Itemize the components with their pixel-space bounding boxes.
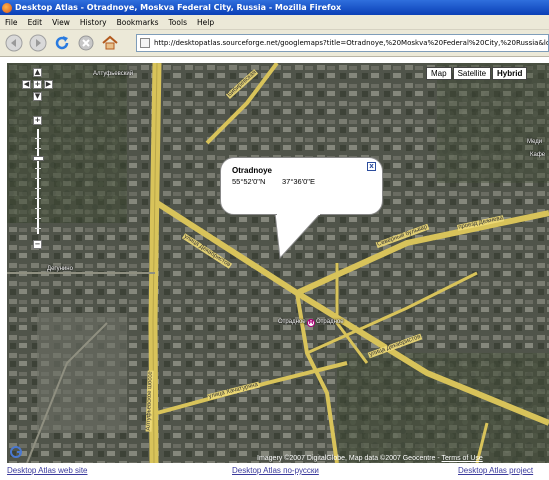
- navigation-toolbar: http://desktopatlas.sourceforge.net/goog…: [0, 30, 549, 57]
- zoom-out-button[interactable]: −: [33, 240, 42, 249]
- menu-bookmarks[interactable]: Bookmarks: [112, 18, 164, 27]
- pan-center-button[interactable]: +: [33, 80, 42, 89]
- page-content: Алтуфьевский Дегунино Отрадное Отрадное …: [0, 57, 549, 480]
- satellite-imagery: [7, 63, 549, 463]
- map-type-hybrid-button[interactable]: Hybrid: [492, 67, 528, 80]
- window-titlebar: Desktop Atlas - Otradnoye, Moskva Federa…: [0, 0, 549, 15]
- zoom-tick: [35, 178, 41, 179]
- infowindow-longitude: 37°36'0"E: [282, 177, 315, 186]
- map-type-map-button[interactable]: Map: [426, 67, 452, 80]
- map-label-med: Меди: [527, 139, 543, 145]
- window-title: Desktop Atlas - Otradnoye, Moskva Federa…: [15, 3, 342, 12]
- pan-down-button[interactable]: ▼: [33, 92, 42, 101]
- back-button[interactable]: [4, 33, 24, 53]
- map-copyright: Imagery ©2007 DigitalGlobe, Map data ©20…: [257, 455, 483, 462]
- google-logo-icon: [10, 446, 22, 458]
- pan-right-button[interactable]: ▶: [44, 80, 53, 89]
- home-button[interactable]: [100, 33, 120, 53]
- map-label-otradnoe-metro: Отрадное: [316, 319, 344, 325]
- map-label-altufyevsky: Алтуфьевский: [93, 71, 134, 77]
- menu-view[interactable]: View: [47, 18, 75, 27]
- menu-help[interactable]: Help: [192, 18, 219, 27]
- infowindow-latitude: 55°52'0"N: [232, 177, 266, 186]
- zoom-tick: [35, 148, 41, 149]
- reload-button[interactable]: [52, 33, 72, 53]
- terms-of-use-link[interactable]: Terms of Use: [442, 455, 483, 462]
- zoom-tick: [35, 218, 41, 219]
- desktop-atlas-russian-link[interactable]: Desktop Atlas по-русски: [232, 466, 319, 475]
- forward-button[interactable]: [28, 33, 48, 53]
- menu-bar: File Edit View History Bookmarks Tools H…: [0, 15, 549, 30]
- url-text[interactable]: http://desktopatlas.sourceforge.net/goog…: [154, 39, 548, 47]
- zoom-tick: [35, 208, 41, 209]
- address-bar[interactable]: http://desktopatlas.sourceforge.net/goog…: [136, 34, 549, 52]
- forward-arrow-icon: [29, 34, 47, 52]
- map-label-otradnoe-station: Отрадное: [278, 319, 306, 325]
- menu-file[interactable]: File: [0, 18, 23, 27]
- map-zoom-pan-control: ▲ ◀ + ▶ ▼ + −: [16, 68, 56, 258]
- copyright-text: Imagery ©2007 DigitalGlobe, Map data ©20…: [257, 455, 440, 462]
- page-favicon-icon: [140, 38, 150, 48]
- map-label-cafe: Кафе: [530, 152, 546, 158]
- zoom-slider-thumb[interactable]: [33, 156, 44, 161]
- menu-edit[interactable]: Edit: [23, 18, 48, 27]
- map-type-satellite-button[interactable]: Satellite: [452, 67, 492, 80]
- metro-station-icon: M: [307, 319, 315, 327]
- desktop-atlas-project-link[interactable]: Desktop Atlas project: [458, 466, 533, 475]
- zoom-tick: [35, 168, 41, 169]
- map-type-switcher: Map Satellite Hybrid: [425, 67, 528, 80]
- zoom-tick: [35, 198, 41, 199]
- map-infowindow: Otradnoye 55°52'0"N 37°36'0"E x: [220, 157, 383, 215]
- desktop-atlas-website-link[interactable]: Desktop Atlas web site: [7, 466, 87, 475]
- stop-button[interactable]: [76, 33, 96, 53]
- zoom-tick: [35, 138, 41, 139]
- pan-left-button[interactable]: ◀: [22, 80, 31, 89]
- pan-up-button[interactable]: ▲: [33, 68, 42, 77]
- zoom-tick: [35, 228, 41, 229]
- zoom-in-button[interactable]: +: [33, 116, 42, 125]
- reload-icon: [55, 36, 69, 50]
- stop-icon: [78, 35, 94, 51]
- menu-tools[interactable]: Tools: [164, 18, 192, 27]
- home-icon: [102, 35, 118, 50]
- menu-history[interactable]: History: [75, 18, 112, 27]
- firefox-icon: [2, 2, 12, 13]
- back-arrow-icon: [5, 34, 23, 52]
- infowindow-title: Otradnoye: [232, 166, 273, 175]
- zoom-tick: [35, 188, 41, 189]
- infowindow-close-button[interactable]: x: [367, 162, 376, 171]
- google-map[interactable]: Алтуфьевский Дегунино Отрадное Отрадное …: [7, 63, 549, 463]
- map-label-degunino: Дегунино: [47, 266, 73, 272]
